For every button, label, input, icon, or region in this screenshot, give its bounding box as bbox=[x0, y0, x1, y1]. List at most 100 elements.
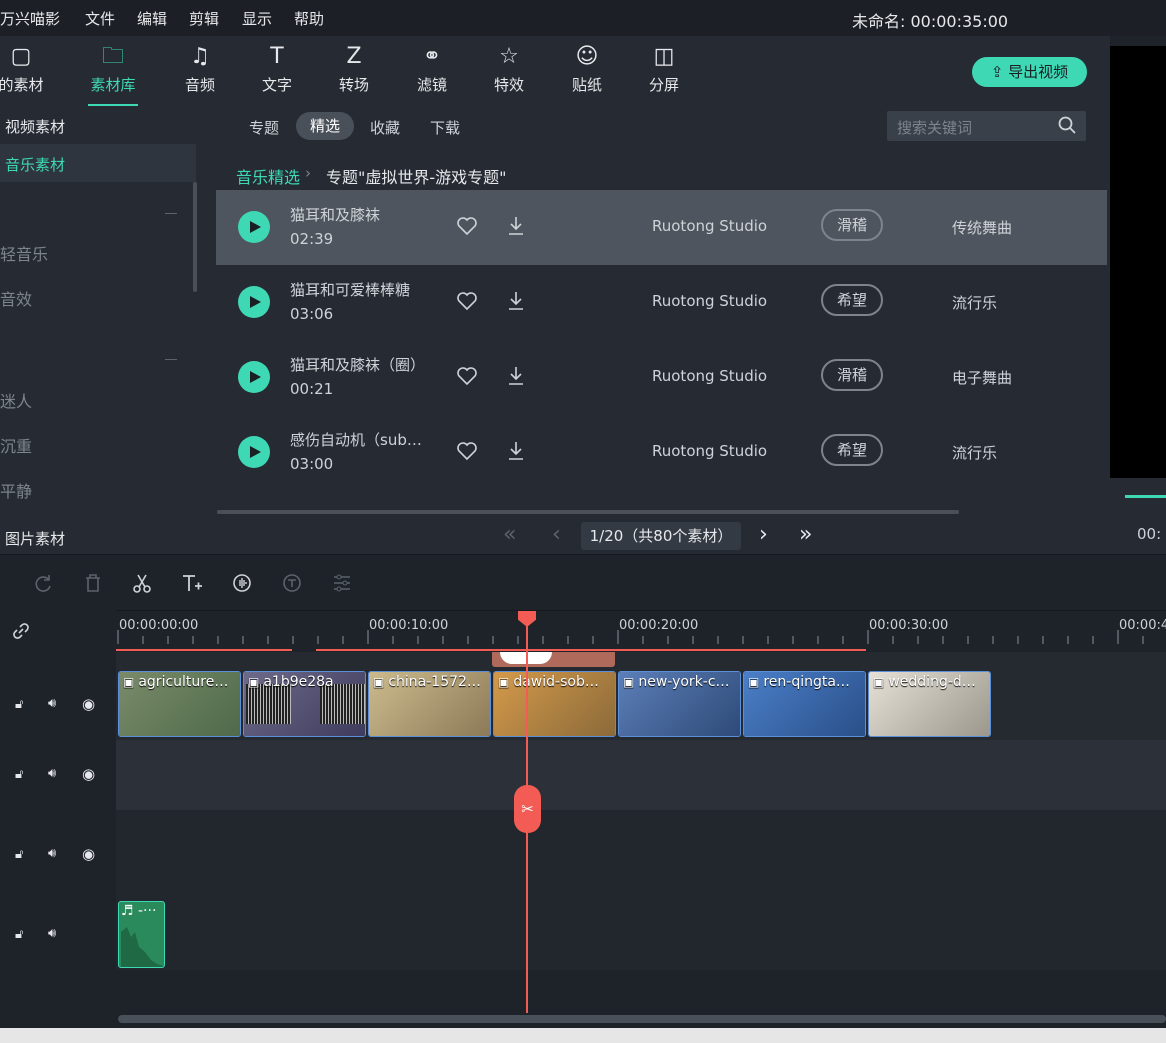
heart-icon[interactable] bbox=[456, 290, 478, 312]
menu-help[interactable]: 帮助 bbox=[294, 8, 324, 29]
add-text-icon[interactable] bbox=[181, 572, 203, 594]
adjust-icon[interactable] bbox=[331, 572, 353, 594]
video-clip[interactable]: wedding-d… bbox=[868, 671, 991, 737]
menu-clip[interactable]: 剪辑 bbox=[189, 8, 219, 29]
video-clip[interactable]: china-1572… bbox=[368, 671, 491, 737]
menu-edit[interactable]: 编辑 bbox=[137, 8, 167, 29]
play-icon[interactable] bbox=[238, 436, 270, 468]
last-page-icon[interactable]: » bbox=[799, 522, 812, 547]
heart-icon[interactable] bbox=[456, 365, 478, 387]
category-sound-effects[interactable]: 音效 bbox=[0, 286, 32, 310]
video-track-2[interactable] bbox=[116, 740, 1166, 810]
lock-icon[interactable]: 🔓︎ bbox=[15, 847, 31, 863]
music-row[interactable]: 猫耳和及膝袜（圈） 00:21 Ruotong Studio 滑稽 电子舞曲 bbox=[216, 340, 1107, 415]
lock-icon[interactable]: 🔓︎ bbox=[15, 697, 31, 713]
category-calm[interactable]: 平静 bbox=[0, 478, 32, 502]
export-video-button[interactable]: ⇪ 导出视频 bbox=[972, 57, 1087, 87]
music-assets-category[interactable]: 音乐素材 bbox=[5, 154, 65, 175]
eye-icon[interactable]: ◉ bbox=[82, 845, 98, 863]
tool-sticker[interactable]: ☺ 贴纸 bbox=[552, 42, 622, 95]
library-scrollbar[interactable] bbox=[217, 510, 959, 514]
scissors-icon[interactable] bbox=[131, 572, 153, 594]
video-track-3[interactable] bbox=[116, 810, 1166, 890]
play-icon[interactable] bbox=[238, 361, 270, 393]
volume-icon[interactable]: 🔊︎ bbox=[48, 846, 64, 862]
sticker-icon: ☺ bbox=[575, 44, 599, 69]
download-icon[interactable] bbox=[506, 440, 526, 462]
category-charming[interactable]: 迷人 bbox=[0, 388, 32, 412]
prev-page-icon[interactable]: ‹ bbox=[552, 522, 561, 547]
tab-favorites[interactable]: 收藏 bbox=[370, 114, 400, 142]
breadcrumb-root[interactable]: 音乐精选 bbox=[236, 164, 300, 188]
tab-topics[interactable]: 专题 bbox=[249, 114, 279, 142]
timeline-empty-area[interactable] bbox=[116, 970, 1166, 1015]
volume-icon[interactable]: 🔊︎ bbox=[48, 696, 64, 712]
eye-icon[interactable]: ◉ bbox=[82, 765, 98, 783]
track-duration: 03:00 bbox=[290, 455, 334, 473]
redo-icon[interactable] bbox=[32, 572, 54, 594]
tool-split-screen[interactable]: ◫ 分屏 bbox=[629, 42, 699, 95]
tool-filter[interactable]: ⚭ 滤镜 bbox=[397, 42, 467, 95]
lock-icon[interactable]: 🔓︎ bbox=[15, 927, 31, 943]
music-row[interactable]: 感伤自动机（sub… 03:00 Ruotong Studio 希望 流行乐 bbox=[216, 415, 1107, 490]
collapse-icon[interactable] bbox=[165, 359, 177, 360]
play-icon[interactable] bbox=[238, 211, 270, 243]
speech-to-text-icon[interactable] bbox=[281, 572, 303, 594]
video-clip[interactable]: dawid-sob… bbox=[493, 671, 616, 737]
track-duration: 00:21 bbox=[290, 380, 334, 398]
menu-file[interactable]: 文件 bbox=[85, 8, 115, 29]
tool-label: 转场 bbox=[338, 76, 369, 94]
download-icon[interactable] bbox=[506, 215, 526, 237]
video-clip[interactable]: ren-qingta… bbox=[743, 671, 866, 737]
link-icon[interactable] bbox=[10, 620, 32, 642]
preview-screen[interactable] bbox=[1110, 46, 1166, 478]
export-label: 导出视频 bbox=[1008, 63, 1069, 81]
eye-icon[interactable]: ◉ bbox=[82, 695, 98, 713]
tool-transition[interactable]: Z 转场 bbox=[319, 42, 389, 95]
tool-my-media[interactable]: ▢ 的素材 bbox=[0, 42, 56, 95]
tab-downloads[interactable]: 下载 bbox=[430, 114, 460, 142]
main-toolbar: ▢ 的素材 🗀 素材库 ♫ 音频 T 文字 Z 转场 ⚭ 滤镜 ☆ 特效 ☺ 贴… bbox=[0, 36, 1110, 106]
heart-icon[interactable] bbox=[456, 440, 478, 462]
tool-effects[interactable]: ☆ 特效 bbox=[474, 42, 544, 95]
tool-text[interactable]: T 文字 bbox=[242, 42, 312, 95]
lock-icon[interactable]: 🔓︎ bbox=[15, 767, 31, 783]
effects-icon: ☆ bbox=[499, 44, 519, 69]
download-icon[interactable] bbox=[506, 290, 526, 312]
tool-audio[interactable]: ♫ 音频 bbox=[165, 42, 235, 95]
audio-track[interactable] bbox=[116, 890, 1166, 970]
video-clip[interactable]: agriculture… bbox=[118, 671, 241, 737]
track-tag[interactable]: 希望 bbox=[821, 434, 883, 466]
download-icon[interactable] bbox=[506, 365, 526, 387]
music-row[interactable]: 猫耳和可爱棒棒糖 03:06 Ruotong Studio 希望 流行乐 bbox=[216, 265, 1107, 340]
video-assets-category[interactable]: 视频素材 bbox=[5, 116, 65, 137]
track-tag[interactable]: 滑稽 bbox=[821, 359, 883, 391]
heart-icon[interactable] bbox=[456, 215, 478, 237]
image-assets-category[interactable]: 图片素材 bbox=[5, 528, 65, 549]
category-heavy[interactable]: 沉重 bbox=[0, 433, 32, 457]
video-clip[interactable]: a1b9e28a bbox=[243, 671, 366, 737]
menu-view[interactable]: 显示 bbox=[242, 8, 272, 29]
tool-library[interactable]: 🗀 素材库 bbox=[78, 42, 148, 106]
track-header-row: 🔓︎ 🔊︎ ◉ bbox=[0, 652, 116, 740]
scissors-icon[interactable]: ✂ bbox=[514, 785, 541, 833]
category-light-music[interactable]: 轻音乐 bbox=[0, 241, 48, 265]
next-page-icon[interactable]: › bbox=[759, 522, 768, 547]
timeline-scrollbar[interactable] bbox=[118, 1015, 1166, 1023]
volume-icon[interactable]: 🔊︎ bbox=[48, 766, 64, 782]
search-input[interactable]: 搜索关键词 bbox=[897, 117, 972, 138]
tab-featured[interactable]: 精选 bbox=[296, 112, 354, 140]
delete-icon[interactable] bbox=[82, 572, 104, 594]
search-icon[interactable] bbox=[1058, 116, 1076, 134]
voice-icon[interactable] bbox=[231, 572, 253, 594]
left-panel-scrollbar[interactable] bbox=[193, 182, 197, 292]
preview-progress-bar[interactable] bbox=[1125, 495, 1166, 498]
track-tag[interactable]: 希望 bbox=[821, 284, 883, 316]
volume-icon[interactable]: 🔊︎ bbox=[48, 926, 64, 942]
first-page-icon[interactable]: « bbox=[503, 522, 516, 547]
collapse-icon[interactable] bbox=[165, 213, 177, 214]
music-row[interactable]: 猫耳和及膝袜 02:39 Ruotong Studio 滑稽 传统舞曲 bbox=[216, 190, 1107, 265]
track-tag[interactable]: 滑稽 bbox=[821, 209, 883, 241]
video-clip[interactable]: new-york-c… bbox=[618, 671, 741, 737]
play-icon[interactable] bbox=[238, 286, 270, 318]
